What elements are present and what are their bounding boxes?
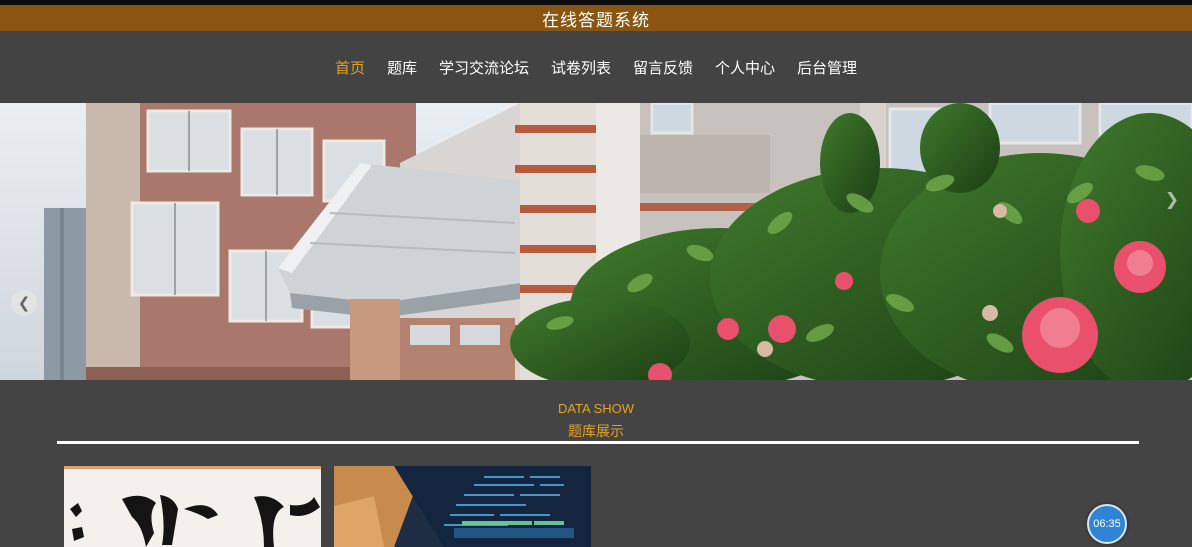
chevron-left-icon: ❮ — [17, 294, 31, 312]
nav-item-feedback[interactable]: 留言反馈 — [632, 55, 694, 80]
timer-text: 06:35 — [1093, 518, 1121, 530]
nav-item-forum[interactable]: 学习交流论坛 — [438, 55, 530, 80]
section-title: DATA SHOW — [557, 401, 635, 416]
calligraphy-image — [64, 469, 321, 547]
data-show-section: DATA SHOW 题库展示 — [0, 380, 1192, 547]
carousel-prev-button[interactable]: ❮ — [11, 290, 37, 316]
section-divider — [57, 441, 1139, 444]
question-bank-card[interactable] — [64, 466, 321, 547]
nav-item-question-bank[interactable]: 题库 — [386, 55, 418, 80]
carousel-next-button[interactable]: ❯ — [1160, 188, 1184, 212]
chevron-right-icon: ❯ — [1164, 190, 1180, 210]
banner-carousel[interactable]: ❮ ❯ — [0, 103, 1192, 380]
question-bank-card[interactable] — [334, 466, 591, 547]
banner-image — [0, 103, 1192, 380]
nav-item-exam-list[interactable]: 试卷列表 — [550, 55, 612, 80]
code-screen-image — [334, 466, 591, 547]
site-title: 在线答题系统 — [542, 10, 650, 31]
nav-item-admin[interactable]: 后台管理 — [796, 55, 858, 80]
nav-item-home[interactable]: 首页 — [334, 55, 366, 80]
timer-badge[interactable]: 06:35 — [1087, 504, 1127, 544]
section-subtitle: 题库展示 — [568, 424, 624, 440]
nav-item-profile[interactable]: 个人中心 — [714, 55, 776, 80]
main-nav: 首页 题库 学习交流论坛 试卷列表 留言反馈 个人中心 后台管理 — [0, 31, 1192, 103]
site-header: 在线答题系统 — [0, 5, 1192, 31]
